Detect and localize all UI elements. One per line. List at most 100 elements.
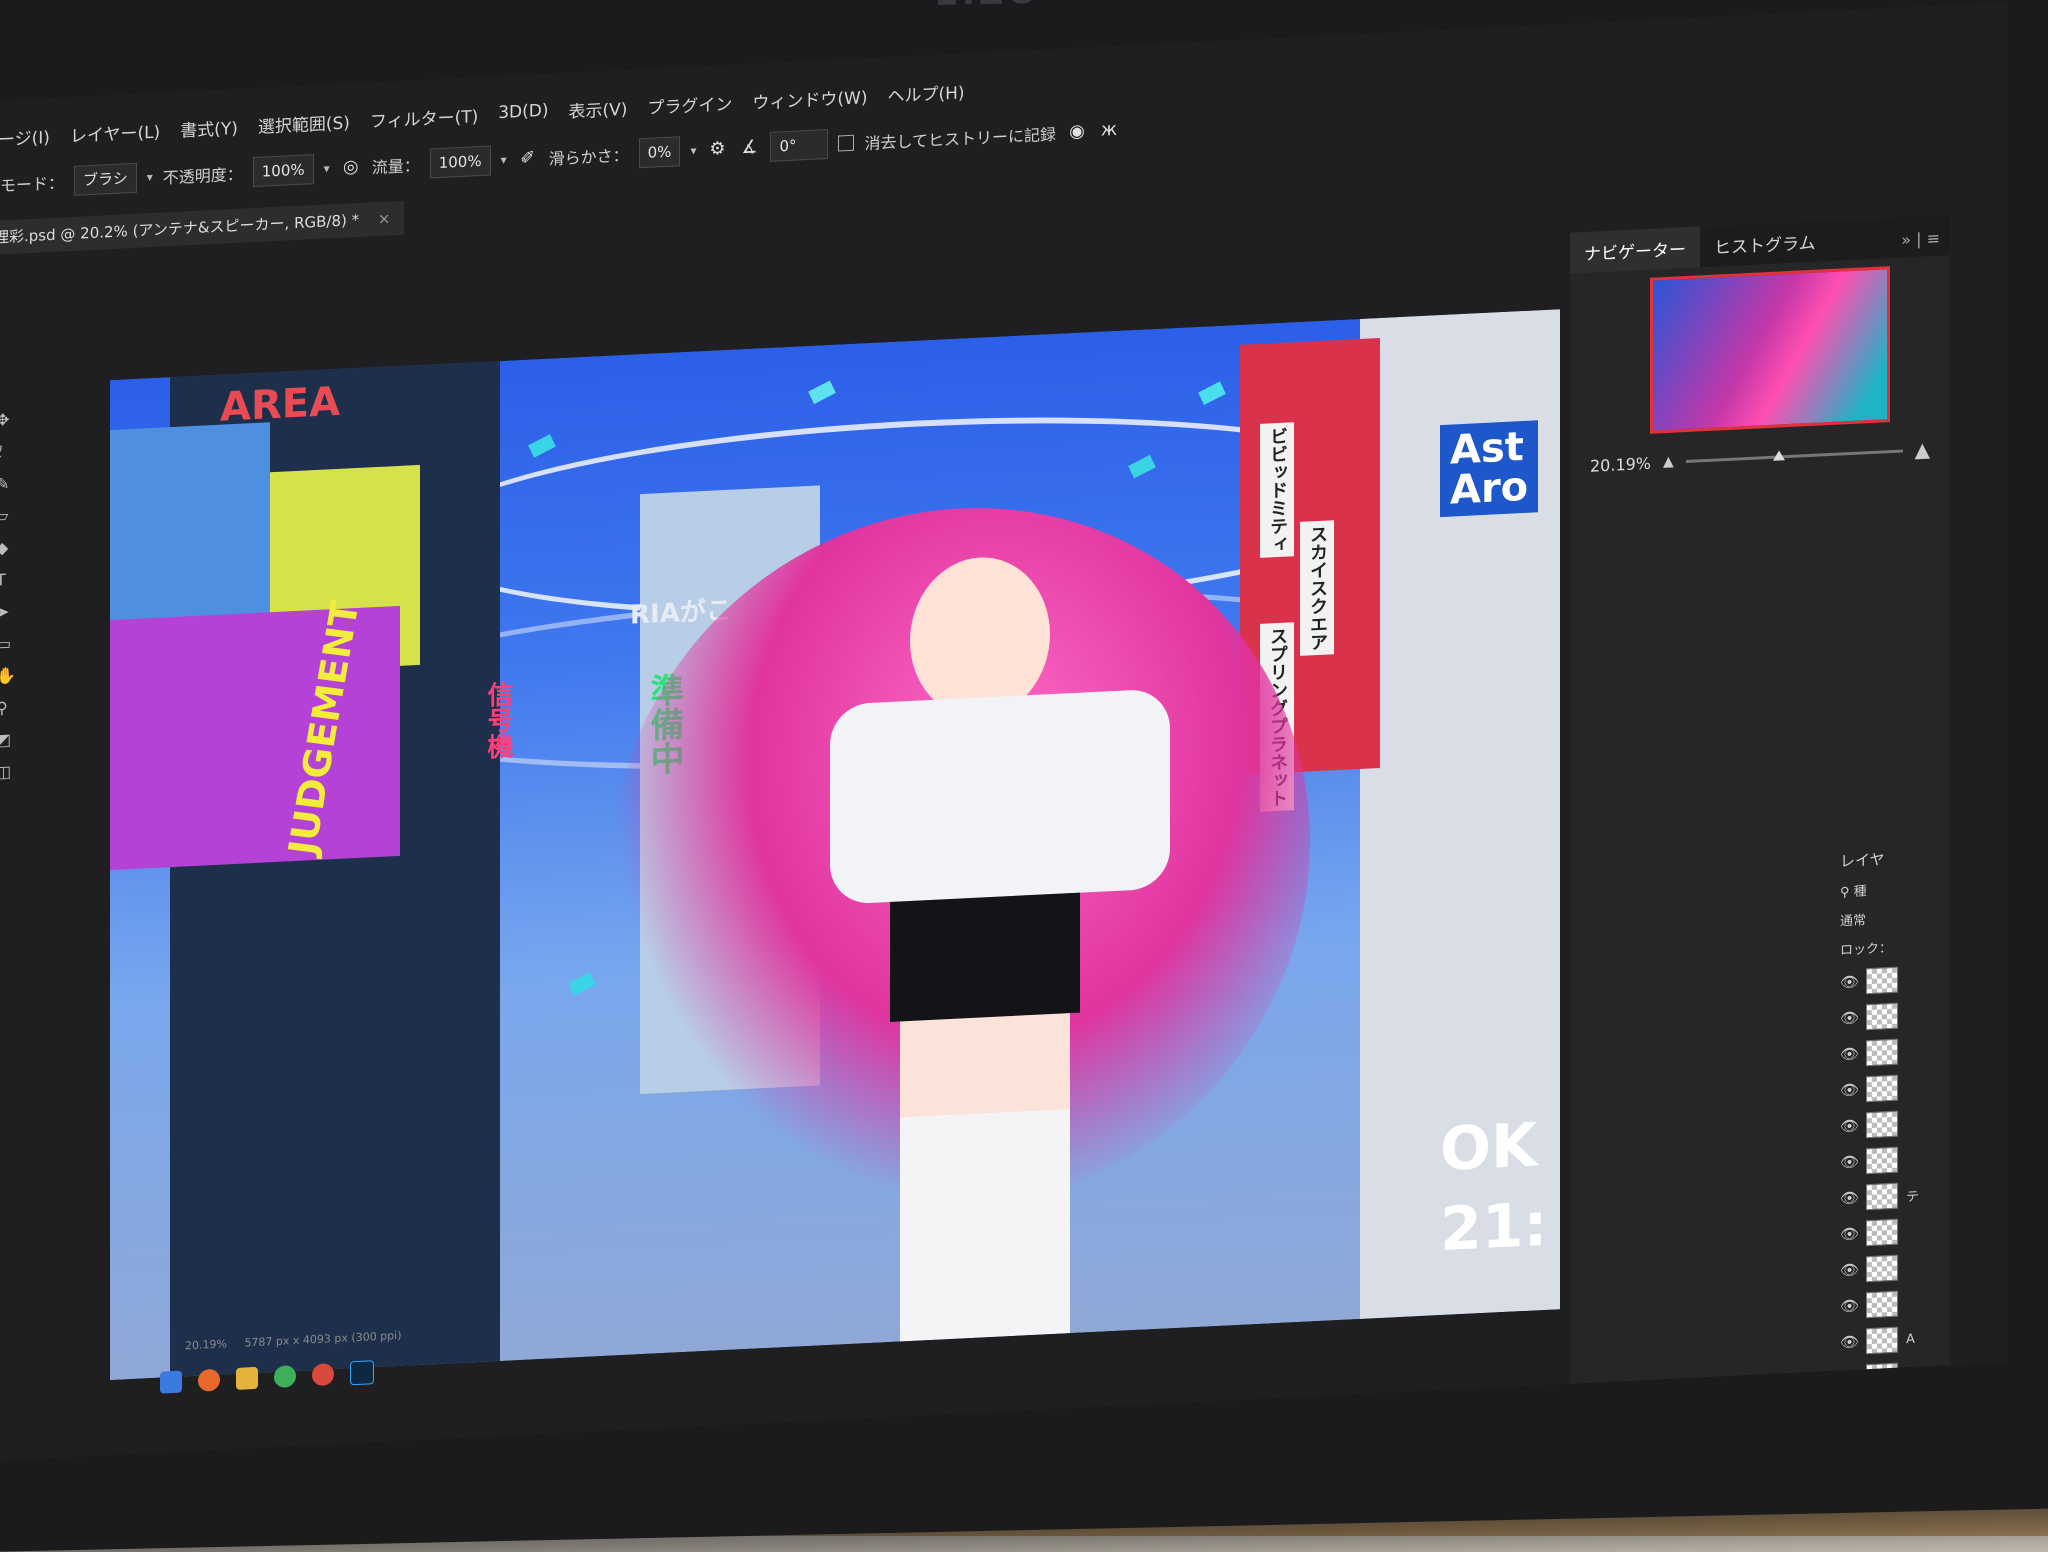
visibility-eye-icon[interactable]: 👁 xyxy=(1840,1153,1859,1172)
tab-histogram[interactable]: ヒストグラム xyxy=(1700,220,1830,267)
visibility-eye-icon[interactable]: 👁 xyxy=(1840,1009,1859,1028)
zoom-slider-knob[interactable] xyxy=(1772,449,1785,461)
pressure-opacity-icon[interactable]: ◎ xyxy=(340,156,362,179)
symmetry-butterfly-icon[interactable]: ж xyxy=(1098,119,1120,142)
menu-layer[interactable]: レイヤー(L) xyxy=(70,117,160,146)
mode-label: モード： xyxy=(0,173,65,196)
layer-thumbnail xyxy=(1866,1074,1898,1103)
flow-input[interactable]: 100% xyxy=(429,145,491,179)
sign-astro: Ast Aro xyxy=(1440,420,1539,518)
eraser-tool-icon[interactable]: ▱ xyxy=(0,506,18,529)
shape-tool-icon[interactable]: ▭ xyxy=(0,634,18,657)
lasso-tool-icon[interactable]: ℓ xyxy=(0,442,18,465)
zoom-slider[interactable] xyxy=(1685,448,1903,463)
chrome-icon[interactable] xyxy=(312,1363,334,1387)
smoothing-label: 滑らかさ： xyxy=(548,145,629,169)
tab-navigator[interactable]: ナビゲーター xyxy=(1570,226,1700,274)
visibility-eye-icon[interactable]: 👁 xyxy=(1840,1333,1859,1352)
type-tool-icon[interactable]: T xyxy=(0,570,18,593)
visibility-eye-icon[interactable]: 👁 xyxy=(1840,1297,1859,1316)
opacity-label: 不透明度： xyxy=(162,164,243,188)
blend-mode-select[interactable]: 通常 xyxy=(1840,903,2000,929)
document-title: 本描理彩.psd @ 20.2% (アンテナ&スピーカー, RGB/8) * xyxy=(0,210,360,249)
windows-start-icon[interactable] xyxy=(160,1370,182,1394)
visibility-eye-icon[interactable]: 👁 xyxy=(1840,1081,1859,1100)
visibility-eye-icon[interactable]: 👁 xyxy=(1840,1405,1859,1424)
layers-search[interactable]: ⚲ 種 xyxy=(1840,874,2000,900)
chrome-icon[interactable] xyxy=(274,1364,296,1389)
zoom-out-icon[interactable]: ▲ xyxy=(1663,454,1674,471)
firefox-icon[interactable] xyxy=(198,1368,220,1392)
quick-mask-icon[interactable]: ◫ xyxy=(0,762,18,785)
visibility-eye-icon[interactable]: 👁 xyxy=(1840,1225,1859,1244)
smoothing-input[interactable]: 0% xyxy=(638,136,681,169)
brush-tool-icon[interactable]: ✎ xyxy=(0,474,18,497)
menu-type[interactable]: 書式(Y) xyxy=(180,113,238,141)
menu-plugins[interactable]: プラグイン xyxy=(647,89,732,118)
layer-name: エ xyxy=(1906,1441,1920,1457)
menu-image[interactable]: イメージ(I) xyxy=(0,123,50,152)
layer-thumbnail xyxy=(1866,1254,1898,1283)
layer-thumbnail xyxy=(1866,966,1898,995)
sign-kanji: 信号機 xyxy=(483,680,513,760)
chevron-down-icon[interactable]: ▾ xyxy=(690,143,696,157)
chevron-down-icon[interactable]: ▾ xyxy=(324,161,330,175)
photoshop-icon[interactable] xyxy=(350,1360,374,1386)
fill-tool-icon[interactable]: ◆ xyxy=(0,538,18,561)
layer-thumbnail xyxy=(1866,1326,1898,1355)
explorer-icon[interactable] xyxy=(236,1366,258,1390)
layer-thumbnail xyxy=(1866,1038,1898,1067)
pressure-size-icon[interactable]: ◉ xyxy=(1066,120,1088,143)
chevron-down-icon[interactable]: ▾ xyxy=(147,170,153,184)
visibility-eye-icon[interactable]: 👁 xyxy=(1840,1117,1859,1136)
hand-tool-icon[interactable]: ✋ xyxy=(0,666,18,689)
color-swatch-icon[interactable]: ◩ xyxy=(0,730,18,753)
close-icon[interactable]: × xyxy=(378,209,391,228)
visibility-eye-icon[interactable]: 👁 xyxy=(1840,1369,1859,1388)
menu-filter[interactable]: フィルター(T) xyxy=(370,102,478,132)
layer-name: A xyxy=(1906,1331,1915,1347)
panel-menu-icon[interactable]: » | ≡ xyxy=(1891,220,1950,258)
menu-view[interactable]: 表示(V) xyxy=(568,94,627,122)
menu-select[interactable]: 選択範囲(S) xyxy=(258,108,350,137)
layer-row[interactable]: 👁 xyxy=(1840,1389,2000,1433)
navigator-zoom-value[interactable]: 20.19% xyxy=(1590,453,1651,475)
visibility-eye-icon[interactable]: 👁 xyxy=(1840,1441,1859,1460)
photoshop-screen: イメージ(I) レイヤー(L) 書式(Y) 選択範囲(S) フィルター(T) 3… xyxy=(0,2,2008,1463)
visibility-eye-icon[interactable]: 👁 xyxy=(1840,1261,1859,1280)
menu-help[interactable]: ヘルプ(H) xyxy=(887,78,964,107)
history-checkbox[interactable] xyxy=(838,134,855,152)
zoom-in-icon[interactable]: ▲ xyxy=(1915,437,1930,462)
layer-thumbnail xyxy=(1866,1290,1898,1319)
sign-weather-1: ビビッドミティ xyxy=(1260,422,1294,558)
layer-row[interactable]: 👁 エ xyxy=(1840,1425,2000,1463)
character-shorts xyxy=(890,892,1080,1022)
menu-3d[interactable]: 3D(D) xyxy=(498,101,548,123)
navigator-thumbnail[interactable] xyxy=(1650,266,1890,434)
move-tool-icon[interactable]: ✥ xyxy=(0,410,18,433)
opacity-input[interactable]: 100% xyxy=(252,154,314,188)
canvas-artwork[interactable]: AREA JUDGEMENT 信号機 RIAがこ 準備中 ビビッドミティ スカイ… xyxy=(110,309,1560,1381)
layer-list: 👁 👁 👁 👁 👁 👁 👁 テ 👁 👁 👁 👁 A 👁 AR 👁 👁 エ xyxy=(1840,957,2000,1463)
document-tab[interactable]: 本描理彩.psd @ 20.2% (アンテナ&スピーカー, RGB/8) * × xyxy=(0,200,405,257)
layer-row[interactable]: 👁 AR xyxy=(1840,1353,2000,1397)
layers-panel: レイヤ ⚲ 種 通常 ロック： 👁 👁 👁 👁 👁 👁 👁 テ 👁 👁 👁 👁 A 👁 AR 👁 👁 エ xyxy=(1840,843,2000,1463)
mode-select[interactable]: ブラシ xyxy=(74,162,137,196)
history-label: 消去してヒストリーに記録 xyxy=(864,124,1056,154)
visibility-eye-icon[interactable]: 👁 xyxy=(1840,973,1859,992)
angle-input[interactable]: 0° xyxy=(770,128,829,162)
visibility-eye-icon[interactable]: 👁 xyxy=(1840,1045,1859,1064)
zoom-tool-icon[interactable]: ⚲ xyxy=(0,698,18,721)
chevron-down-icon[interactable]: ▾ xyxy=(501,153,507,167)
pointer-tool-icon[interactable]: ➤ xyxy=(0,602,18,625)
sign-time: 21: xyxy=(1440,1189,1548,1266)
character-jacket xyxy=(830,688,1170,905)
monitor-brand-logo: EIZO xyxy=(935,0,1040,14)
layer-thumbnail xyxy=(1866,1002,1898,1031)
layer-thumbnail xyxy=(1866,1434,1898,1463)
monitor: EIZO イメージ(I) レイヤー(L) 書式(Y) 選択範囲(S) フィルター… xyxy=(0,0,2048,1552)
gear-icon[interactable]: ⚙ xyxy=(706,138,728,161)
airbrush-icon[interactable]: ✐ xyxy=(517,147,539,170)
visibility-eye-icon[interactable]: 👁 xyxy=(1840,1189,1859,1208)
menu-window[interactable]: ウィンドウ(W) xyxy=(752,83,867,114)
